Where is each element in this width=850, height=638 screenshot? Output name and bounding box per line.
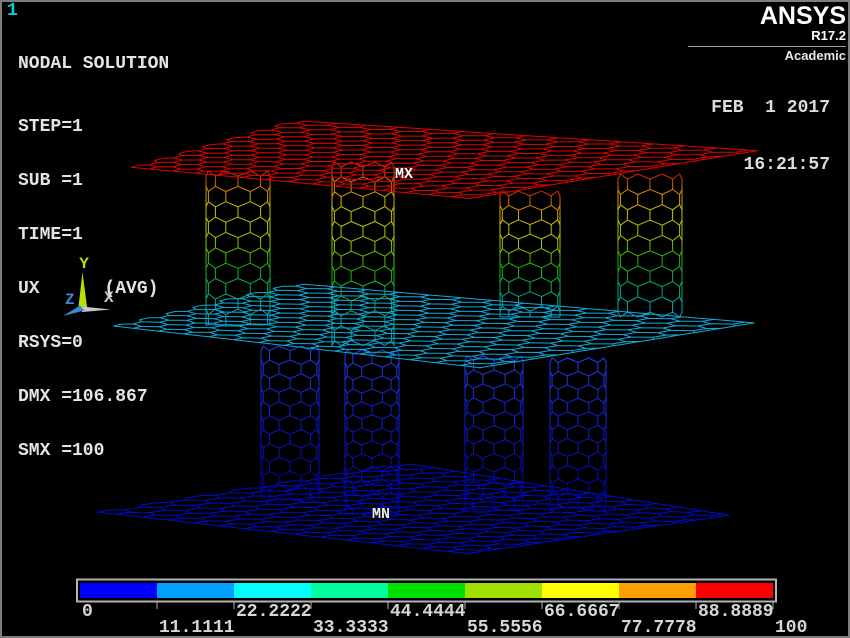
contour-legend: 0 11.111122.222233.333344.444455.555666.6… [77,580,807,638]
mx-node-label: MX [395,166,413,183]
legend-color-segment-2 [157,583,234,598]
ansys-logo: ANSYS [688,4,846,29]
legend-color-segment-5 [388,583,465,598]
bottom-graphene-sheet [97,464,729,553]
legend-value-9: 100 [775,618,807,638]
datetime-block: FEB 1 2017 16:21:57 [711,61,830,213]
date-label: FEB 1 2017 [711,99,830,118]
legend-value-8: 88.8889 [698,602,774,622]
legend-value-7: 77.7778 [621,618,697,638]
ansys-graphics-window: 1 NODAL SOLUTION STEP=1 SUB =1 TIME=1 UX… [0,0,850,638]
legend-value-2: 22.2222 [236,602,312,622]
results-info-panel: NODAL SOLUTION STEP=1 SUB =1 TIME=1 UX (… [18,19,169,496]
legend-value-4: 44.4444 [390,602,466,622]
legend-color-segment-3 [234,583,311,598]
brand-block: ANSYS R17.2 Academic [688,4,846,63]
upper-cnt-pillar-3 [500,191,560,317]
legend-color-segment-9 [696,583,773,598]
smx-line: SMX =100 [18,442,169,460]
middle-graphene-sheet [113,284,754,368]
legend-value-0: 0 [82,602,93,622]
plot-window-number: 1 [7,1,18,21]
legend-color-segment-8 [619,583,696,598]
legend-value-1: 11.1111 [159,618,235,638]
upper-cnt-pillar-4 [618,174,682,317]
legend-color-segment-6 [465,583,542,598]
time-label: 16:21:57 [711,156,830,175]
component-line: UX (AVG) [18,280,169,298]
substep-line: SUB =1 [18,172,169,190]
legend-color-segment-1 [80,583,157,598]
step-line: STEP=1 [18,118,169,136]
brand-divider [688,46,846,47]
mn-node-label: MN [372,506,390,523]
legend-color-segment-4 [311,583,388,598]
upper-cnt-pillar-1 [206,171,270,325]
rsys-line: RSYS=0 [18,334,169,352]
lower-cnt-pillar-2 [345,350,399,514]
top-graphene-sheet [131,121,757,198]
legend-value-5: 55.5556 [467,618,543,638]
dmx-line: DMX =106.867 [18,388,169,406]
time-line: TIME=1 [18,226,169,244]
legend-value-6: 66.6667 [544,602,620,622]
solution-title: NODAL SOLUTION [18,55,169,73]
legend-color-segment-7 [542,583,619,598]
model-wireframe: MX MN [97,121,757,553]
lower-cnt-pillar-1 [261,346,319,502]
release-label: R17.2 [688,29,846,43]
legend-value-3: 33.3333 [313,618,389,638]
